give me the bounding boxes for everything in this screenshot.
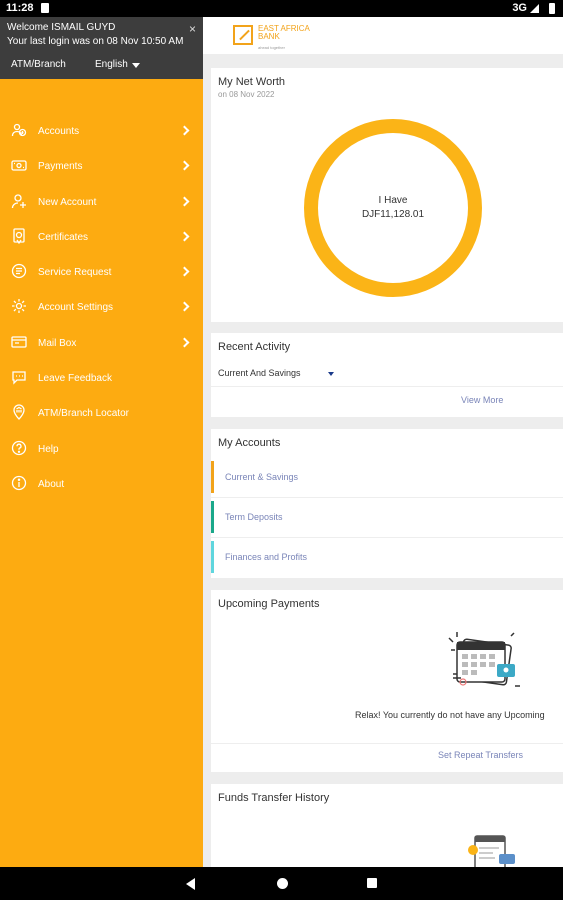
card-title: My Accounts: [218, 437, 281, 449]
menu-item-account-settings[interactable]: Account Settings: [0, 290, 203, 325]
chevron-down-icon[interactable]: [328, 372, 334, 376]
chevron-right-icon: [179, 302, 190, 312]
battery-icon: [549, 3, 555, 14]
funds-transfer-history-card: Funds Transfer History: [211, 784, 563, 867]
close-icon[interactable]: ×: [189, 22, 196, 36]
menu-label: New Account: [38, 196, 97, 208]
menu-label: Accounts: [38, 126, 80, 137]
menu-item-help[interactable]: Help: [0, 432, 203, 467]
menu-label: Leave Feedback: [38, 373, 112, 385]
chevron-down-icon[interactable]: [132, 63, 140, 68]
menu-label: Account Settings: [38, 302, 114, 314]
signal-icon: [530, 4, 539, 13]
last-login-text: Your last login was on 08 Nov 10:50 AM: [7, 36, 184, 47]
settings-gear-icon: [12, 299, 26, 314]
menu-item-about[interactable]: About: [0, 467, 203, 502]
menu-item-certificates[interactable]: Certificates: [0, 220, 203, 255]
account-color-bar: [211, 541, 214, 573]
welcome-text: Welcome ISMAIL GUYD: [7, 22, 116, 33]
net-worth-card: My Net Worth on 08 Nov 2022 I Have DJF11…: [211, 68, 563, 322]
status-time: 11:28: [6, 2, 34, 14]
net-worth-amount: DJF11,128.01: [361, 209, 425, 220]
menu-item-mail-box[interactable]: Mail Box: [0, 326, 203, 361]
menu-label: ATM/Branch Locator: [38, 408, 129, 420]
card-title: Recent Activity: [218, 341, 291, 353]
menu-item-new-account[interactable]: New Account: [0, 185, 203, 220]
back-icon[interactable]: [170, 867, 210, 900]
help-icon: [11, 440, 27, 455]
sim-card-icon: [41, 3, 49, 13]
upcoming-payments-card: Upcoming Payments Relax! You currently d…: [211, 590, 563, 772]
chevron-right-icon: [179, 266, 190, 277]
mail-box-icon: [11, 336, 27, 348]
info-icon: [11, 475, 27, 491]
account-color-bar: [211, 501, 214, 533]
logo-tagline: ahead together: [258, 45, 285, 50]
net-worth-ring: I Have DJF11,128.01: [304, 119, 482, 297]
home-icon[interactable]: [262, 867, 302, 900]
account-row-term-deposits[interactable]: Term Deposits: [211, 501, 563, 538]
net-worth-date: on 08 Nov 2022: [218, 90, 275, 99]
account-label: Current & Savings: [225, 472, 299, 482]
menu-label: About: [38, 478, 65, 490]
recent-activity-card: Recent Activity Current And Savings View…: [211, 333, 563, 417]
network-type: 3G: [512, 2, 527, 14]
my-accounts-card: My Accounts Current & Savings Term Depos…: [211, 429, 563, 578]
logo-mark-icon: [233, 25, 253, 45]
card-title: My Net Worth: [218, 76, 286, 88]
card-title: Upcoming Payments: [218, 598, 320, 610]
drawer-header: Welcome ISMAIL GUYD Your last login was …: [0, 17, 203, 79]
have-label: I Have: [378, 195, 408, 206]
certificates-icon: [13, 228, 25, 244]
menu-item-service-request[interactable]: Service Request: [0, 255, 203, 290]
account-row-current-savings[interactable]: Current & Savings: [211, 461, 563, 498]
view-more-link[interactable]: View More: [461, 395, 503, 405]
calendar-illustration-icon: [448, 632, 520, 687]
chevron-right-icon: [179, 196, 190, 207]
atm-branch-link[interactable]: ATM/Branch: [11, 59, 66, 70]
menu-label: Help: [38, 443, 59, 455]
divider: [211, 537, 563, 538]
app-header: EAST AFRICA BANK ahead together: [203, 17, 563, 54]
feedback-icon: [12, 371, 26, 385]
language-select[interactable]: English: [95, 59, 128, 70]
logo-name: EAST AFRICA BANK: [258, 24, 310, 41]
account-color-bar: [211, 461, 214, 493]
dashboard: EAST AFRICA BANK ahead together My Net W…: [203, 17, 563, 867]
account-row-finances-profits[interactable]: Finances and Profits: [211, 541, 563, 573]
transfer-history-illustration-icon: [468, 835, 515, 867]
navigation-drawer: Welcome ISMAIL GUYD Your last login was …: [0, 17, 203, 867]
chevron-right-icon: [179, 125, 190, 136]
menu-label: Service Request: [38, 267, 112, 279]
divider: [211, 743, 563, 744]
account-label: Term Deposits: [225, 512, 283, 522]
chevron-right-icon: [179, 160, 190, 171]
payments-icon: [11, 160, 27, 171]
service-request-icon: [11, 264, 27, 279]
card-title: Funds Transfer History: [218, 792, 330, 804]
system-navigation-bar: [0, 867, 563, 900]
account-label: Finances and Profits: [225, 552, 308, 562]
menu-item-payments[interactable]: Payments: [0, 149, 203, 184]
menu-item-accounts[interactable]: Accounts: [0, 114, 203, 149]
chevron-right-icon: [179, 231, 190, 242]
divider: [211, 497, 563, 498]
accounts-icon: [11, 123, 27, 137]
menu-item-atm-branch-locator[interactable]: ATM/Branch Locator: [0, 396, 203, 431]
status-bar: 11:28 3G: [0, 0, 563, 17]
bank-building-icon: [13, 404, 25, 421]
menu-item-leave-feedback[interactable]: Leave Feedback: [0, 361, 203, 396]
new-account-icon: [11, 193, 26, 208]
drawer-menu: Accounts Payments New Account Certificat…: [0, 114, 203, 502]
set-repeat-transfers-link[interactable]: Set Repeat Transfers: [438, 750, 523, 760]
menu-label: Certificates: [38, 231, 89, 243]
divider: [211, 386, 563, 387]
chevron-right-icon: [179, 337, 190, 348]
menu-label: Payments: [38, 161, 83, 173]
account-type-dropdown[interactable]: Current And Savings: [218, 368, 301, 378]
no-upcoming-message: Relax! You currently do not have any Upc…: [355, 710, 545, 720]
recent-apps-icon[interactable]: [352, 867, 392, 900]
menu-label: Mail Box: [38, 337, 77, 349]
